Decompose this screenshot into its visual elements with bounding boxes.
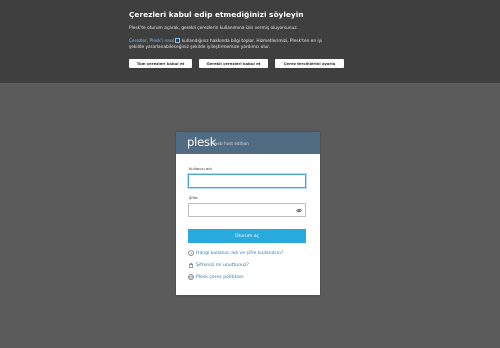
forgot-password-link[interactable]: Şifrenizi mi unuttunuz?	[188, 262, 249, 268]
cookie-banner-details-line1: kullandığınız hakkında bilgi toplar. Hiz…	[181, 39, 323, 44]
password-label: Şifre	[189, 195, 198, 200]
cookie-policy-text[interactable]: Plesk çerez politikası	[196, 275, 244, 280]
cookie-banner: Çerezleri kabul edip etmediğinizi söyley…	[0, 0, 500, 83]
username-input[interactable]	[188, 174, 306, 188]
question-circle-icon: ?	[188, 250, 194, 256]
cookie-info-link[interactable]: Çerezler, Plesk'i nasıl	[129, 39, 174, 44]
plesk-logo: plesk	[187, 135, 217, 149]
cookie-banner-details: Çerezler, Plesk'i nasıl kullandığınız ha…	[129, 38, 369, 51]
login-card: plesk web host edition Kullanıcı adı Şif…	[176, 132, 320, 295]
globe-icon	[188, 274, 194, 280]
accept-required-cookies-button[interactable]: Gerekli çerezleri kabul et	[199, 59, 268, 68]
login-button[interactable]: Oturum aç	[188, 229, 306, 243]
eye-icon[interactable]	[296, 207, 302, 213]
edition-label: web host edition	[214, 141, 249, 146]
login-header: plesk web host edition	[176, 132, 320, 154]
cookie-preferences-button[interactable]: Çerez tercihlerini ayarla	[275, 59, 344, 68]
which-credentials-link[interactable]: ? Hangi kullanıcı adı ve şifre kullanıls…	[188, 250, 283, 256]
username-label: Kullanıcı adı	[189, 166, 212, 171]
cookie-banner-intro: Plesk'te oturum açarak, gerekli çerezler…	[129, 26, 298, 31]
accept-all-cookies-button[interactable]: Tüm çerezleri kabul et	[129, 59, 192, 68]
cookie-policy-link[interactable]: Plesk çerez politikası	[188, 274, 244, 280]
svg-text:?: ?	[190, 251, 192, 255]
lock-icon	[188, 262, 194, 268]
cookie-banner-title: Çerezleri kabul edip etmediğinizi söyley…	[129, 10, 304, 19]
cookie-banner-details-line2: şekilde yararlanabileceğiniz şekilde iyi…	[129, 45, 270, 50]
forgot-password-text[interactable]: Şifrenizi mi unuttunuz?	[196, 263, 249, 268]
which-credentials-text[interactable]: Hangi kullanıcı adı ve şifre kullanılsın…	[196, 251, 283, 256]
password-input[interactable]	[188, 203, 306, 217]
external-link-icon[interactable]	[175, 38, 181, 43]
